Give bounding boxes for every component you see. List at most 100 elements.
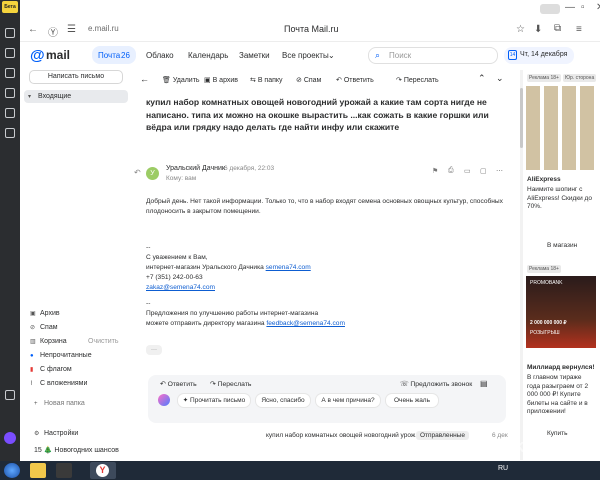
history-icon[interactable] [5, 48, 15, 58]
show-more-button[interactable]: ··· [146, 345, 162, 355]
compose-button[interactable]: Написать письмо [29, 70, 123, 84]
product-grid-image[interactable] [526, 86, 596, 170]
mail-logo[interactable]: mail [46, 48, 70, 62]
search-input[interactable]: ⌕ Поиск [368, 47, 498, 64]
message-date: 6 декабря, 22:03 [224, 165, 275, 172]
mail-logo-icon[interactable]: @ [30, 47, 45, 64]
bookmarks-icon[interactable]: ☰ [67, 24, 76, 35]
back-icon[interactable]: ← [28, 24, 38, 35]
lottery-banner-image[interactable]: PROMOBANK 2 000 000 000 ₽ РОЗЫГРЫШ [526, 276, 596, 348]
shop-link[interactable]: semena74.com [266, 264, 311, 271]
quick-option-why[interactable]: А в чем причина? [316, 394, 380, 407]
sidebar-item-flagged[interactable]: ▮ С флагом [30, 366, 72, 373]
bookmark-star-icon[interactable]: ☆ [516, 24, 525, 35]
lottery-title[interactable]: Миллиард вернулся! [527, 364, 595, 373]
signature-shop: интернет-магазин Уральского Дачника seme… [146, 264, 311, 271]
folder-sidebar: Написать письмо ▾ Входящие ▣ Архив ⊘ Спам ▥… [24, 70, 128, 461]
suggest-call-button[interactable]: ☏ Предложить звонок [400, 380, 472, 388]
maximize-icon[interactable]: ▫ [581, 2, 585, 13]
new-year-promo[interactable]: 15 🎄 Новогодних шансов [34, 446, 119, 454]
quick-option-sorry[interactable]: Очень жаль [386, 394, 438, 407]
signature-dash: -- [146, 244, 151, 251]
sidebar-item-trash[interactable]: ▥ Корзина [30, 338, 67, 345]
sidebar-item-inbox[interactable]: ▾ Входящие [24, 90, 128, 103]
calendar-widget[interactable]: 14 Чт, 14 декабря [504, 47, 574, 64]
quick-reply-button[interactable]: ↶ Ответить [160, 380, 197, 388]
menu-icon[interactable]: ≡ [576, 24, 582, 35]
chevron-up-icon[interactable]: ⌃ [478, 73, 486, 84]
address-bar[interactable]: e.mail.ru [88, 24, 119, 33]
media-icon[interactable] [56, 463, 72, 478]
avatar[interactable]: У [146, 167, 159, 180]
unread-dot-icon: ● [30, 353, 34, 359]
flag-toggle-icon[interactable]: ⚑ [432, 167, 438, 175]
nav-calendar[interactable]: Календарь [188, 51, 228, 60]
browser-toolbar: ← Ⓨ ☰ e.mail.ru Почта Mail.ru ☆ ⬇ ⧉ ≡ [20, 20, 600, 42]
sidebar-item-attachments[interactable]: ⌇ С вложениями [30, 380, 87, 387]
calendar-icon[interactable] [5, 88, 15, 98]
chevron-down-icon[interactable]: ⌄ [328, 51, 335, 60]
ai-assistant-icon[interactable] [158, 394, 170, 406]
yandex-browser-icon: Y [96, 464, 109, 477]
sidebar-item-unread[interactable]: ● Непрочитанные [30, 352, 92, 359]
minimize-icon[interactable]: — [565, 2, 575, 13]
flag-icon: ▮ [30, 367, 34, 373]
settings-icon[interactable] [5, 390, 15, 400]
close-window-icon[interactable]: ✕ [596, 2, 600, 13]
aliexpress-title[interactable]: AliExpress [527, 176, 561, 185]
language-indicator[interactable]: RU [498, 465, 508, 472]
sender-name[interactable]: Уральский Дачник [166, 165, 225, 172]
quick-forward-button[interactable]: ↷ Переслать [210, 380, 251, 388]
gear-icon: ⚙ [34, 431, 40, 437]
delete-button[interactable]: 🗑︎ Удалить [162, 76, 200, 84]
profile-icon[interactable] [540, 4, 560, 14]
explorer-icon[interactable] [30, 463, 46, 478]
more-icon[interactable]: ⋯ [496, 167, 503, 175]
spam-icon: ⊘ [30, 325, 36, 331]
print-icon[interactable]: ⎙ [448, 167, 454, 175]
lottery-cta[interactable]: Купить [547, 430, 568, 439]
nav-cloud[interactable]: Облако [146, 51, 174, 60]
move-to-folder-button[interactable]: ⇆ В папку [250, 76, 283, 84]
aliexpress-cta[interactable]: В магазин [547, 242, 577, 251]
download-icon[interactable]: ⬇ [534, 24, 542, 35]
archive-button[interactable]: ▣ В архив [204, 76, 238, 84]
lottery-text: В главном тираже года разыграем от 2 000… [527, 374, 589, 415]
start-icon[interactable] [4, 463, 20, 478]
yandex-icon[interactable]: Ⓨ [48, 24, 58, 39]
search-icon: ⌕ [375, 50, 381, 60]
downloads-icon[interactable] [5, 108, 15, 118]
attachment-icon: ⌇ [30, 381, 33, 387]
new-folder-button[interactable]: + Новая папка [34, 400, 85, 407]
yandex-beta-badge[interactable]: Бета [2, 1, 18, 13]
reply-icon: ↶ [336, 77, 344, 84]
quick-option-thanks[interactable]: Ясно, спасибо [256, 394, 310, 407]
ad-label-small: Юр. сторона [563, 74, 597, 82]
extension-icon[interactable]: ⧉ [554, 23, 561, 34]
settings-link[interactable]: ⚙ Настройки [34, 430, 78, 437]
chat-icon[interactable]: ▢ [480, 167, 487, 175]
play-icon[interactable] [5, 68, 15, 78]
nav-notes[interactable]: Заметки [239, 51, 270, 60]
yandex-browser-task[interactable]: Y [90, 462, 116, 479]
nav-all-projects[interactable]: Все проекты [282, 51, 329, 60]
sidebar-item-spam[interactable]: ⊘ Спам [30, 324, 58, 331]
feedback-link[interactable]: feedback@semena74.com [266, 320, 345, 327]
video-icon[interactable]: ▭ [464, 167, 471, 175]
alice-icon[interactable] [4, 432, 16, 444]
back-to-list-icon[interactable]: ← [140, 74, 149, 84]
recipient[interactable]: Кому: вам [166, 175, 196, 182]
empty-trash-button[interactable]: Очистить [88, 338, 118, 345]
template-icon[interactable]: ▤ [480, 379, 488, 388]
email-link[interactable]: zakaz@semena74.com [146, 283, 215, 293]
spam-button[interactable]: ⊘ Спам [296, 76, 321, 84]
quick-option-read[interactable]: ✦ Прочитать письмо [178, 394, 250, 407]
bookmark-icon[interactable] [5, 28, 15, 38]
forward-button[interactable]: ↷ Переслать [396, 76, 439, 84]
message-view: купил набор комнатных овощей новогодний … [130, 90, 520, 461]
sidebar-item-archive[interactable]: ▣ Архив [30, 310, 60, 317]
chevron-down-icon[interactable]: ⌄ [496, 73, 504, 84]
nav-mail[interactable]: Почта 26 [92, 46, 136, 64]
reply-button[interactable]: ↶ Ответить [336, 76, 374, 84]
grid-icon[interactable] [5, 128, 15, 138]
